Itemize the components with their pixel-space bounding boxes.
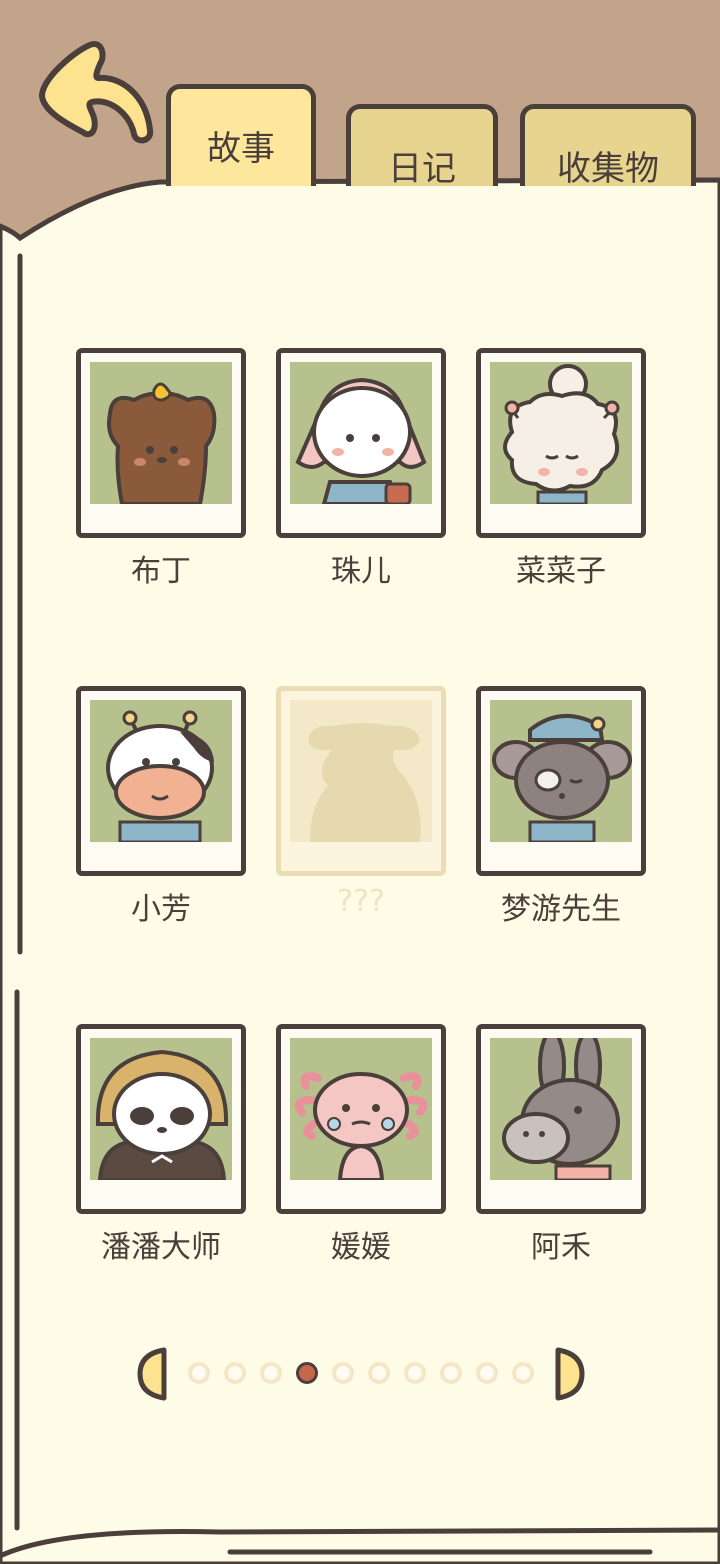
next-page-arrow-icon[interactable] bbox=[554, 1346, 586, 1402]
page-dot[interactable] bbox=[512, 1362, 534, 1384]
ahe-donkey-portrait-icon bbox=[502, 1038, 620, 1180]
character-card-caicaizi[interactable] bbox=[476, 348, 646, 538]
prev-page-arrow-icon[interactable] bbox=[136, 1346, 168, 1402]
character-card-panpan[interactable] bbox=[76, 1024, 246, 1214]
character-name: 菜菜子 bbox=[516, 554, 606, 589]
page-dot[interactable] bbox=[368, 1362, 390, 1384]
xiaofang-cow-portrait-icon bbox=[106, 710, 214, 842]
page-dot[interactable] bbox=[260, 1362, 282, 1384]
character-name: 梦游先生 bbox=[501, 892, 621, 927]
mengyou-mouse-portrait-icon bbox=[492, 713, 632, 842]
panpan-panda-portrait-icon bbox=[95, 1049, 229, 1180]
page-dot[interactable] bbox=[404, 1362, 426, 1384]
character-name: 媛媛 bbox=[331, 1230, 391, 1265]
character-card-yuanyuan[interactable] bbox=[276, 1024, 446, 1214]
caicaizi-sheep-portrait-icon bbox=[503, 364, 620, 504]
yuanyuan-axolotl-portrait-icon bbox=[294, 1072, 428, 1180]
locked-silhouette-icon bbox=[308, 723, 421, 842]
character-card-pudding[interactable] bbox=[76, 348, 246, 538]
character-card-xiaofang[interactable] bbox=[76, 686, 246, 876]
character-card-zhuer[interactable] bbox=[276, 348, 446, 538]
character-name-locked: ??? bbox=[337, 884, 385, 919]
character-name: 阿禾 bbox=[531, 1230, 591, 1265]
page-dot-active[interactable] bbox=[296, 1362, 318, 1384]
page-dot[interactable] bbox=[332, 1362, 354, 1384]
character-name: 布丁 bbox=[131, 554, 191, 589]
character-name: 珠儿 bbox=[331, 554, 391, 589]
character-album-screen: 日记 收集物 故事 布丁 珠儿 菜菜子 小芳 ??? 梦游先生 潘潘大师 媛媛 … bbox=[0, 0, 720, 1564]
character-name: 潘潘大师 bbox=[101, 1230, 221, 1265]
character-grid: 布丁 珠儿 菜菜子 小芳 ??? 梦游先生 潘潘大师 媛媛 阿禾 bbox=[0, 0, 720, 1564]
character-name: 小芳 bbox=[131, 892, 191, 927]
pudding-dog-portrait-icon bbox=[107, 382, 217, 504]
page-dot[interactable] bbox=[476, 1362, 498, 1384]
character-card-locked[interactable] bbox=[276, 686, 446, 876]
page-indicator bbox=[130, 1346, 590, 1406]
page-dot[interactable] bbox=[224, 1362, 246, 1384]
zhuer-cat-portrait-icon bbox=[295, 377, 427, 504]
page-dot[interactable] bbox=[440, 1362, 462, 1384]
character-card-mengyou[interactable] bbox=[476, 686, 646, 876]
page-dot[interactable] bbox=[188, 1362, 210, 1384]
character-card-ahe[interactable] bbox=[476, 1024, 646, 1214]
